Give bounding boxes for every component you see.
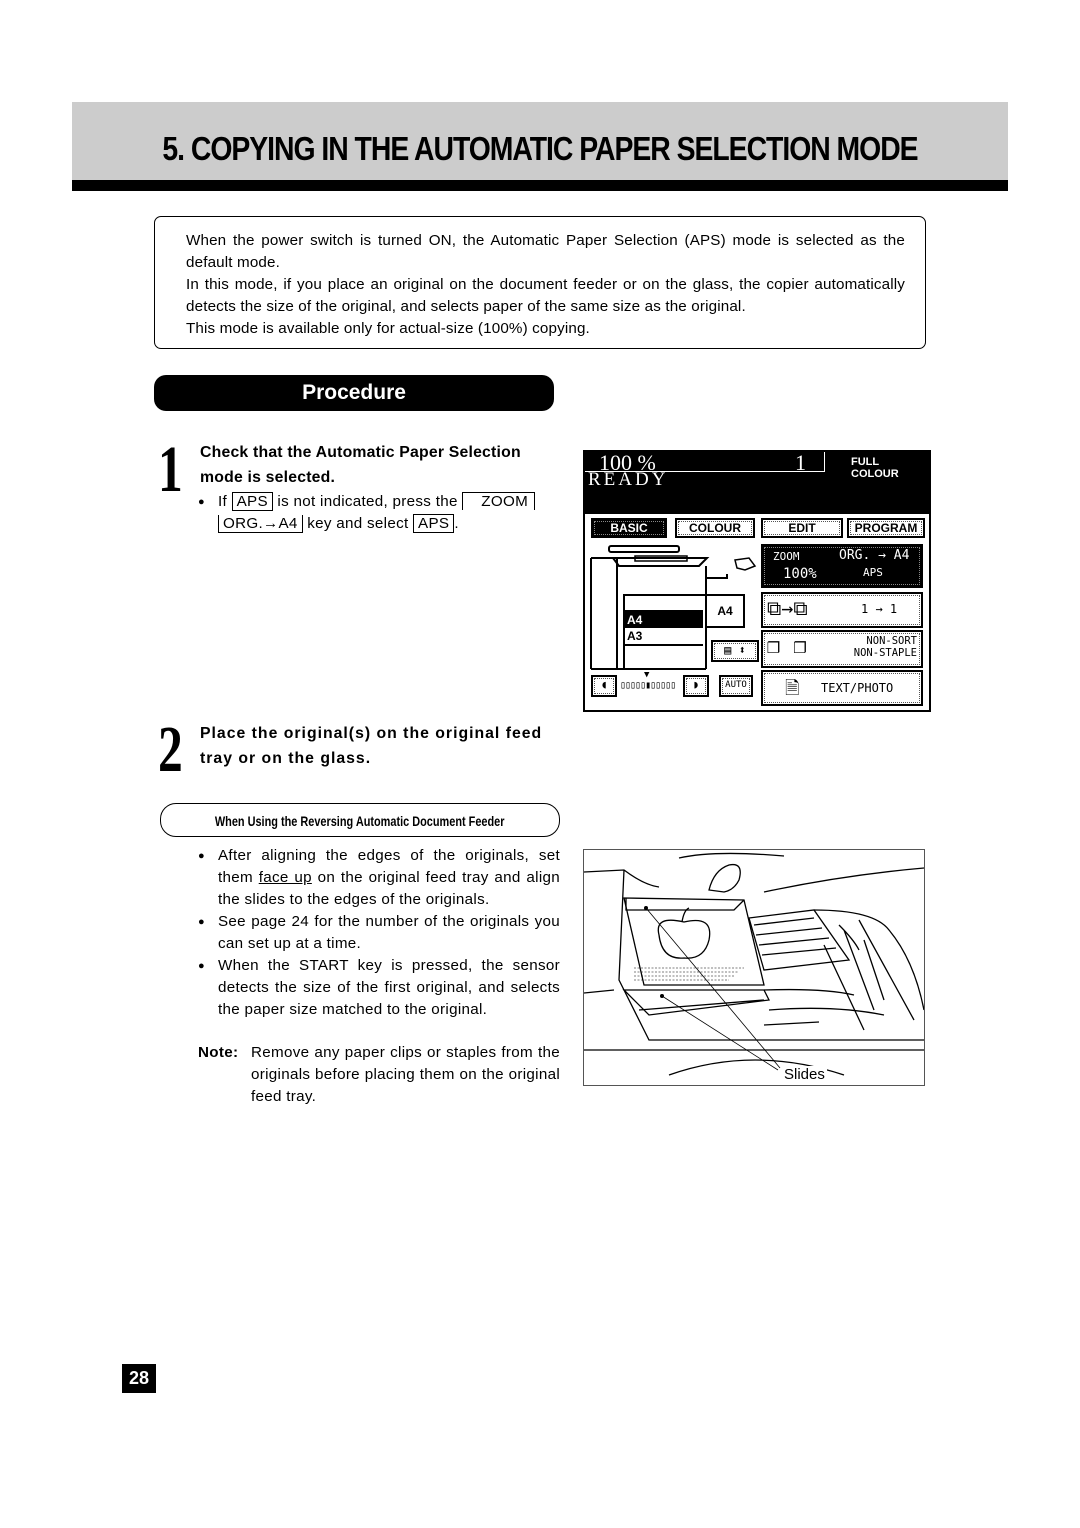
emphasis-text: face up bbox=[258, 869, 312, 886]
list-item: When the START key is pressed, the senso… bbox=[198, 955, 560, 1021]
step-number: 1 bbox=[158, 433, 183, 506]
tray-icon: ▤ bbox=[724, 643, 732, 657]
tab-program[interactable]: PROGRAM bbox=[847, 518, 925, 538]
subsection-heading-text: When Using the Reversing Automatic Docum… bbox=[215, 813, 505, 829]
zoom-key-bottom: ORG.→A4 bbox=[218, 515, 303, 533]
step-title-line: Place the original(s) on the original fe… bbox=[200, 725, 543, 742]
sort-mode-button[interactable]: ❐ ❐ NON-SORT NON-STAPLE bbox=[761, 630, 923, 668]
intro-paragraph: When the power switch is turned ON, the … bbox=[186, 232, 905, 271]
density-lighter-button[interactable]: ◖ bbox=[591, 675, 617, 697]
page-number: 28 bbox=[122, 1364, 156, 1393]
step-title-line: Check that the Automatic Paper Selection bbox=[200, 444, 521, 461]
zoom-org-label: ORG. → A4 bbox=[839, 548, 910, 563]
subsection-heading: When Using the Reversing Automatic Docum… bbox=[160, 803, 560, 837]
step-1-instruction: If APS is not indicated, press the ZOOM … bbox=[198, 491, 564, 535]
duplex-mode-button[interactable]: ⧉→⧉ 1 → 1 bbox=[761, 592, 923, 628]
step-number: 2 bbox=[158, 713, 183, 786]
intro-box: When the power switch is turned ON, the … bbox=[154, 216, 926, 349]
tab-colour[interactable]: COLOUR bbox=[675, 518, 755, 538]
intro-paragraph: This mode is available only for actual-s… bbox=[186, 320, 590, 337]
sort-label: NON-SORT NON-STAPLE bbox=[851, 635, 917, 659]
procedure-heading: Procedure bbox=[154, 375, 554, 411]
note: Note: Remove any paper clips or staples … bbox=[198, 1042, 560, 1108]
bypass-size: A4 bbox=[705, 594, 745, 628]
note-text: Remove any paper clips or staples from t… bbox=[251, 1044, 560, 1105]
aps-indicator: APS bbox=[863, 566, 883, 579]
density-darker-button[interactable]: ◗ bbox=[683, 675, 709, 697]
step-2-bullets: After aligning the edges of the original… bbox=[198, 845, 560, 1021]
color-mode-label: FULL COLOUR bbox=[851, 456, 899, 480]
document-feeder-drawing-icon bbox=[583, 852, 925, 1076]
text: . bbox=[454, 515, 459, 532]
list-item: After aligning the edges of the original… bbox=[198, 845, 560, 911]
density-indicator-icon: ▼ bbox=[644, 670, 650, 680]
tab-basic[interactable]: BASIC bbox=[591, 518, 667, 538]
tray-select-button[interactable]: ▤ ⬍ bbox=[711, 640, 759, 662]
status-display: 100 % 1 FULL COLOUR READY bbox=[585, 450, 929, 514]
density-scale: ▯▯▯▯▯▮▯▯▯▯▯ bbox=[620, 680, 676, 691]
tray-a4-selected[interactable]: A4 bbox=[623, 610, 703, 628]
list-item: See page 24 for the number of the origin… bbox=[198, 911, 560, 955]
step-title-line: tray or on the glass. bbox=[200, 750, 372, 767]
sort-label-1: NON-SORT bbox=[866, 635, 917, 647]
sort-icon: ❐ ❐ bbox=[767, 634, 807, 659]
original-mode-button[interactable]: 🗎 TEXT/PHOTO bbox=[761, 670, 923, 706]
intro-paragraph: In this mode, if you place an original o… bbox=[186, 276, 905, 315]
right-arrow-icon: ◗ bbox=[692, 678, 700, 691]
copy-count: 1 bbox=[795, 450, 806, 475]
zoom-label: ZOOM bbox=[773, 550, 800, 563]
page-title: 5. COPYING IN THE AUTOMATIC PAPER SELECT… bbox=[162, 130, 918, 167]
aps-key: APS bbox=[231, 492, 273, 511]
step-title: Place the original(s) on the original fe… bbox=[200, 721, 562, 771]
simplex-to-simplex-icon: ⧉→⧉ bbox=[767, 596, 808, 620]
aps-key: APS bbox=[413, 514, 455, 533]
density-auto-button[interactable]: AUTO bbox=[719, 675, 753, 697]
header-rule bbox=[72, 180, 1008, 191]
text: key and select bbox=[307, 515, 409, 532]
up-down-arrows-icon: ⬍ bbox=[738, 643, 746, 657]
zoom-key-top: ZOOM bbox=[462, 492, 536, 510]
zoom-button[interactable]: ZOOM ORG. → A4 100% APS bbox=[761, 544, 923, 588]
text: If bbox=[218, 493, 228, 510]
slides-callout: Slides bbox=[782, 1066, 827, 1083]
left-arrow-icon: ◖ bbox=[600, 678, 608, 691]
status-message: READY bbox=[588, 469, 669, 490]
sort-label-2: NON-STAPLE bbox=[853, 647, 917, 659]
zoom-value: 100% bbox=[783, 566, 817, 582]
original-mode-label: TEXT/PHOTO bbox=[821, 681, 894, 695]
copier-control-panel: 100 % 1 FULL COLOUR READY BASIC COLOUR E… bbox=[583, 450, 931, 712]
adf-illustration: Slides bbox=[583, 849, 925, 1086]
text: is not indicated, press the bbox=[277, 493, 458, 510]
duplex-label: 1 → 1 bbox=[861, 602, 898, 616]
text-photo-icon: 🗎 bbox=[785, 678, 800, 699]
tab-edit[interactable]: EDIT bbox=[761, 518, 843, 538]
tray-a3[interactable]: A3 bbox=[623, 628, 703, 646]
note-label: Note: bbox=[198, 1044, 239, 1061]
step-title: Check that the Automatic Paper Selection… bbox=[200, 440, 562, 490]
step-title-line: mode is selected. bbox=[200, 469, 336, 486]
